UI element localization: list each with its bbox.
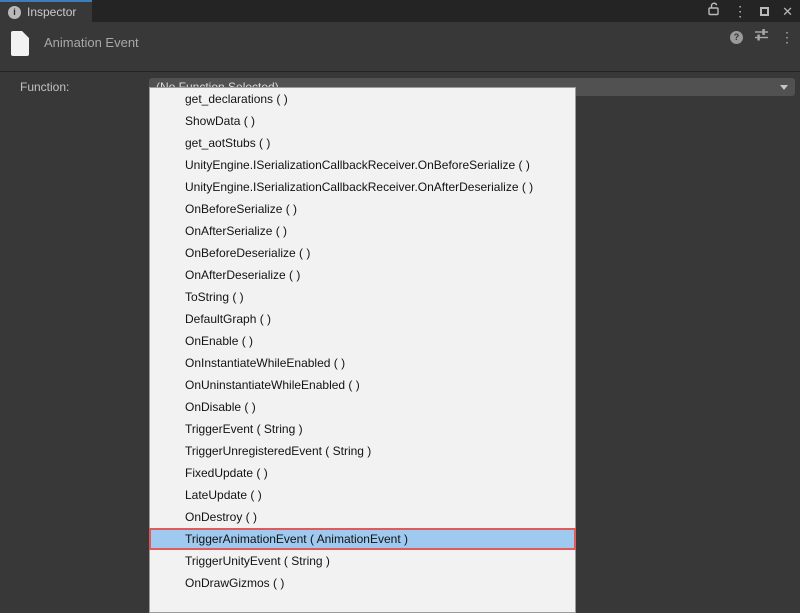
function-menu-item[interactable]: LateUpdate ( )	[150, 484, 575, 506]
function-menu-item[interactable]: OnInstantiateWhileEnabled ( )	[150, 352, 575, 374]
function-menu-item[interactable]: OnEnable ( )	[150, 330, 575, 352]
window-controls: ⋮ ✕	[707, 0, 793, 22]
function-menu-item[interactable]: UnityEngine.ISerializationCallbackReceiv…	[150, 176, 575, 198]
titlebar: i Inspector ⋮ ✕	[0, 0, 800, 22]
function-menu-item[interactable]: UnityEngine.ISerializationCallbackReceiv…	[150, 154, 575, 176]
function-menu-item[interactable]: ToString ( )	[150, 286, 575, 308]
function-menu-item[interactable]: get_aotStubs ( )	[150, 132, 575, 154]
function-dropdown-popup: get_declarations ( ) ShowData ( ) get_ao…	[149, 87, 576, 613]
function-menu-item[interactable]: OnDestroy ( )	[150, 506, 575, 528]
function-menu-item[interactable]: TriggerUnityEvent ( String )	[150, 550, 575, 572]
function-menu-item[interactable]: OnAfterSerialize ( )	[150, 220, 575, 242]
component-header-icons: ? ⋮	[730, 28, 794, 46]
info-icon: i	[8, 6, 21, 19]
function-menu-item-selected[interactable]: TriggerAnimationEvent ( AnimationEvent )	[149, 528, 576, 550]
function-menu-item[interactable]: FixedUpdate ( )	[150, 462, 575, 484]
function-menu-item[interactable]: get_declarations ( )	[150, 88, 575, 110]
function-menu-item[interactable]: ShowData ( )	[150, 110, 575, 132]
function-menu-item[interactable]: OnBeforeSerialize ( )	[150, 198, 575, 220]
close-icon[interactable]: ✕	[782, 5, 793, 18]
function-label: Function:	[20, 80, 69, 94]
function-menu-item[interactable]: TriggerUnregisteredEvent ( String )	[150, 440, 575, 462]
function-menu-item[interactable]: OnDrawGizmos ( )	[150, 572, 575, 594]
header-divider	[0, 71, 800, 72]
dropdown-arrow-icon	[780, 85, 788, 90]
unlock-icon[interactable]	[707, 2, 720, 21]
titlebar-menu-icon[interactable]: ⋮	[733, 4, 747, 18]
component-header: Animation Event ? ⋮	[0, 22, 800, 71]
function-menu-item[interactable]: OnAfterDeserialize ( )	[150, 264, 575, 286]
function-menu-item[interactable]: DefaultGraph ( )	[150, 308, 575, 330]
component-title: Animation Event	[44, 35, 139, 50]
presets-icon[interactable]	[754, 28, 769, 46]
asset-document-icon	[10, 30, 31, 62]
component-menu-icon[interactable]: ⋮	[780, 30, 794, 44]
tab-inspector-label: Inspector	[27, 5, 76, 19]
function-menu-item[interactable]: OnDisable ( )	[150, 396, 575, 418]
function-menu-item[interactable]: TriggerEvent ( String )	[150, 418, 575, 440]
maximize-icon[interactable]	[760, 7, 769, 16]
help-icon[interactable]: ?	[730, 31, 743, 44]
tab-inspector[interactable]: i Inspector	[0, 0, 92, 22]
function-menu-item[interactable]: OnUninstantiateWhileEnabled ( )	[150, 374, 575, 396]
function-menu-item[interactable]: OnBeforeDeserialize ( )	[150, 242, 575, 264]
